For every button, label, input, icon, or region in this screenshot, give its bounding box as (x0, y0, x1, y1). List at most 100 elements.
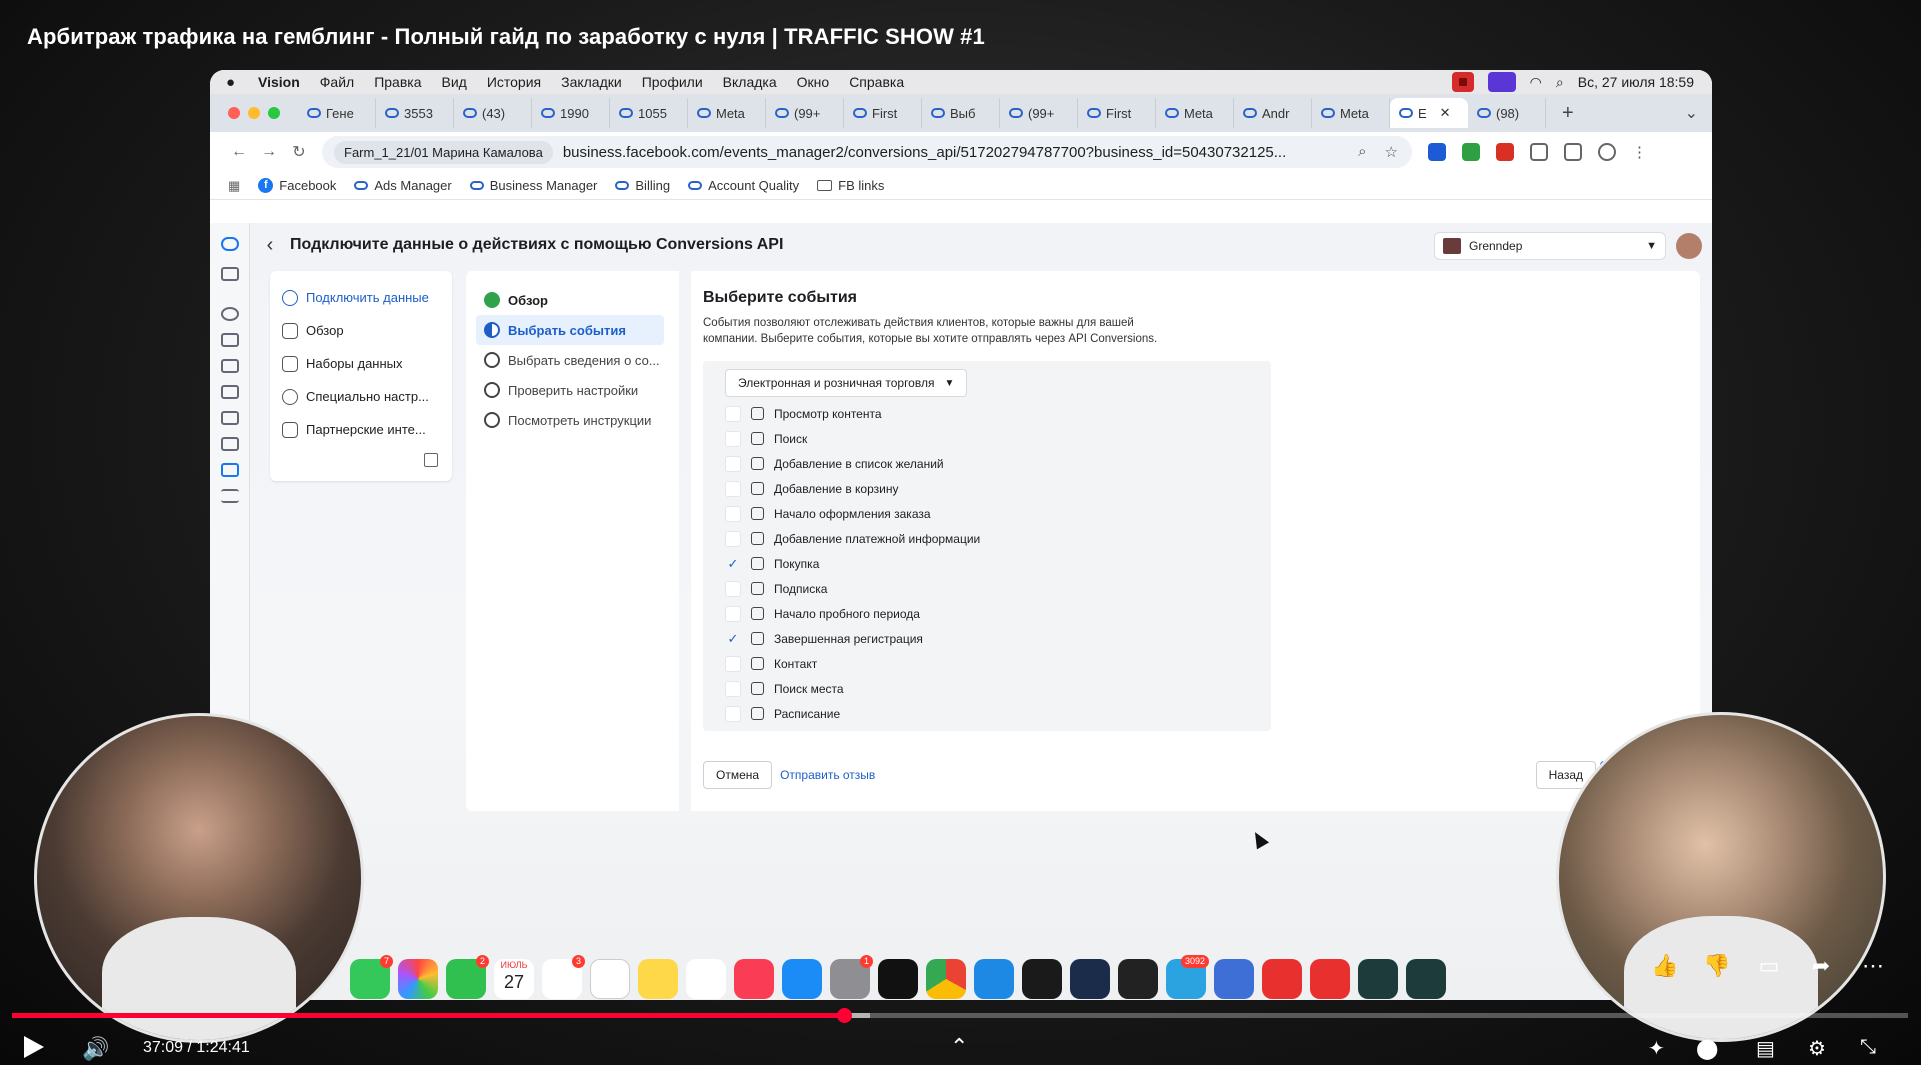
profile-icon[interactable] (1598, 143, 1616, 161)
event-row[interactable]: Подписка (725, 576, 1249, 601)
bookmark-account-quality[interactable]: Account Quality (688, 178, 799, 193)
browser-tab[interactable]: 1990 (532, 98, 610, 128)
checkbox[interactable] (725, 655, 741, 672)
nav-custom-conversions[interactable]: Специально настр... (270, 380, 452, 413)
menu-tab[interactable]: Вкладка (723, 74, 777, 90)
dashboard-icon[interactable] (221, 307, 239, 321)
more-menu-icon[interactable]: ⋮ (1632, 143, 1647, 161)
browser-tab[interactable]: (43) (454, 98, 532, 128)
step-choose-details[interactable]: Выбрать сведения о со... (476, 345, 664, 375)
meta-logo-icon[interactable] (221, 237, 239, 251)
reminders-app-icon[interactable]: 3 (542, 955, 585, 999)
notes-app-icon[interactable] (638, 959, 678, 999)
checkbox[interactable] (725, 455, 741, 472)
back-arrow-icon[interactable]: ← (224, 143, 254, 161)
checkbox[interactable] (725, 530, 741, 547)
user-avatar[interactable] (1676, 233, 1702, 259)
terminal-app-icon[interactable] (878, 959, 918, 999)
checkbox[interactable] (725, 605, 741, 622)
browser-tab[interactable]: Гене (298, 98, 376, 128)
browser-tab-active[interactable]: E ✕ (1390, 98, 1468, 128)
maximize-window-button[interactable] (268, 107, 280, 119)
table-icon[interactable] (221, 333, 239, 347)
bookmark-billing[interactable]: Billing (615, 178, 670, 193)
menu-profiles[interactable]: Профили (642, 74, 703, 90)
record-icon[interactable] (1451, 72, 1474, 92)
messages-app-icon[interactable]: 7 (350, 955, 393, 999)
account-icon[interactable] (221, 267, 239, 281)
url-text[interactable]: business.facebook.com/events_manager2/co… (563, 144, 1286, 161)
reports-icon[interactable] (221, 359, 239, 373)
calendar-app-icon[interactable]: ИЮЛЬ 27 (494, 959, 534, 999)
facetime-app-icon[interactable]: 2 (446, 955, 489, 999)
play-icon[interactable] (24, 1036, 44, 1058)
camera-icon[interactable] (1564, 143, 1582, 161)
video-player[interactable]: Арбитраж трафика на гемблинг - Полный га… (0, 0, 1921, 1065)
telegram-app-icon[interactable]: 3092 (1166, 955, 1209, 999)
chatgpt-app-icon[interactable] (590, 959, 630, 999)
settings-gear-icon[interactable]: ⚙ (1808, 1036, 1826, 1061)
minimize-window-button[interactable] (248, 107, 260, 119)
collapse-panel-icon[interactable] (424, 453, 438, 467)
close-window-button[interactable] (228, 107, 240, 119)
anydesk-app-icon[interactable] (1310, 959, 1350, 999)
events-manager-icon[interactable] (221, 463, 239, 477)
checkbox[interactable] (725, 430, 741, 447)
megaphone-icon[interactable] (221, 411, 239, 425)
event-row[interactable]: ✓ Покупка (725, 551, 1249, 576)
browser-tab[interactable]: Выб (922, 98, 1000, 128)
checkbox[interactable] (725, 505, 741, 522)
checkbox-checked[interactable]: ✓ (725, 556, 741, 572)
safari-app-icon[interactable] (974, 959, 1014, 999)
anydesk-app-icon[interactable] (1262, 959, 1302, 999)
account-selector[interactable]: Grenndep ▼ (1434, 232, 1666, 260)
bookmark-fb-links[interactable]: FB links (817, 178, 884, 193)
event-row[interactable]: Добавление в корзину (725, 476, 1249, 501)
cancel-button[interactable]: Отмена (703, 761, 773, 789)
music-app-icon[interactable] (734, 959, 774, 999)
apps-grid-icon[interactable]: ▦ (228, 178, 240, 194)
menu-file[interactable]: Файл (320, 74, 354, 90)
audiences-icon[interactable] (221, 385, 239, 399)
tab-list-chevron-icon[interactable]: ⌄ (1685, 103, 1698, 123)
screen-share-icon[interactable] (1487, 72, 1516, 92)
dolphin-app-icon[interactable] (1358, 959, 1398, 999)
back-chevron-icon[interactable]: ‹ (250, 234, 290, 257)
menu-help[interactable]: Справка (849, 74, 904, 90)
subtitles-icon[interactable]: ▤ (1756, 1036, 1775, 1061)
exit-fullscreen-icon[interactable]: ⤡ (1860, 1036, 1876, 1059)
like-icon[interactable]: 👍 (1650, 951, 1680, 981)
bookmark-facebook[interactable]: f Facebook (258, 178, 336, 193)
step-choose-events[interactable]: Выбрать события (476, 315, 664, 345)
event-row[interactable]: ✓ Завершенная регистрация (725, 626, 1249, 651)
checkbox[interactable] (725, 580, 741, 597)
menu-edit[interactable]: Правка (374, 74, 421, 90)
browser-tab[interactable]: 3553 (376, 98, 454, 128)
menu-window[interactable]: Окно (797, 74, 830, 90)
profile-browser-app-icon[interactable] (1118, 959, 1158, 999)
billing-card-icon[interactable] (221, 437, 239, 451)
zoom-icon[interactable]: ⌕ (1358, 143, 1366, 161)
send-feedback-link[interactable]: Отправить отзыв (780, 768, 875, 782)
extensions-puzzle-icon[interactable] (1530, 143, 1548, 161)
extension-icon[interactable] (1496, 143, 1514, 161)
leaf-app-icon[interactable] (1022, 959, 1062, 999)
event-row[interactable]: Начало оформления заказа (725, 501, 1249, 526)
extension-icon[interactable] (1428, 143, 1446, 161)
share-icon[interactable]: ➦ (1806, 951, 1836, 981)
progress-scrubber[interactable] (837, 1008, 852, 1023)
ai-sparkle-icon[interactable]: ✦ (1648, 1036, 1665, 1061)
charts-app-icon[interactable] (1214, 959, 1254, 999)
event-row[interactable]: Просмотр контента (725, 401, 1249, 426)
reload-icon[interactable]: ↻ (284, 142, 314, 162)
nav-datasets[interactable]: Наборы данных (270, 347, 452, 380)
category-dropdown[interactable]: Электронная и розничная торговля ▼ (725, 369, 968, 397)
browser-tab[interactable]: Meta (688, 98, 766, 128)
bookmark-star-icon[interactable]: ☆ (1385, 143, 1398, 161)
dislike-icon[interactable]: 👎 (1702, 951, 1732, 981)
event-row[interactable]: Добавление платежной информации (725, 526, 1249, 551)
wifi-icon[interactable]: ◠ (1530, 74, 1542, 91)
checkbox[interactable] (725, 405, 741, 422)
dolphin-app-icon[interactable] (1406, 959, 1446, 999)
apple-icon[interactable]: ● (226, 74, 242, 91)
